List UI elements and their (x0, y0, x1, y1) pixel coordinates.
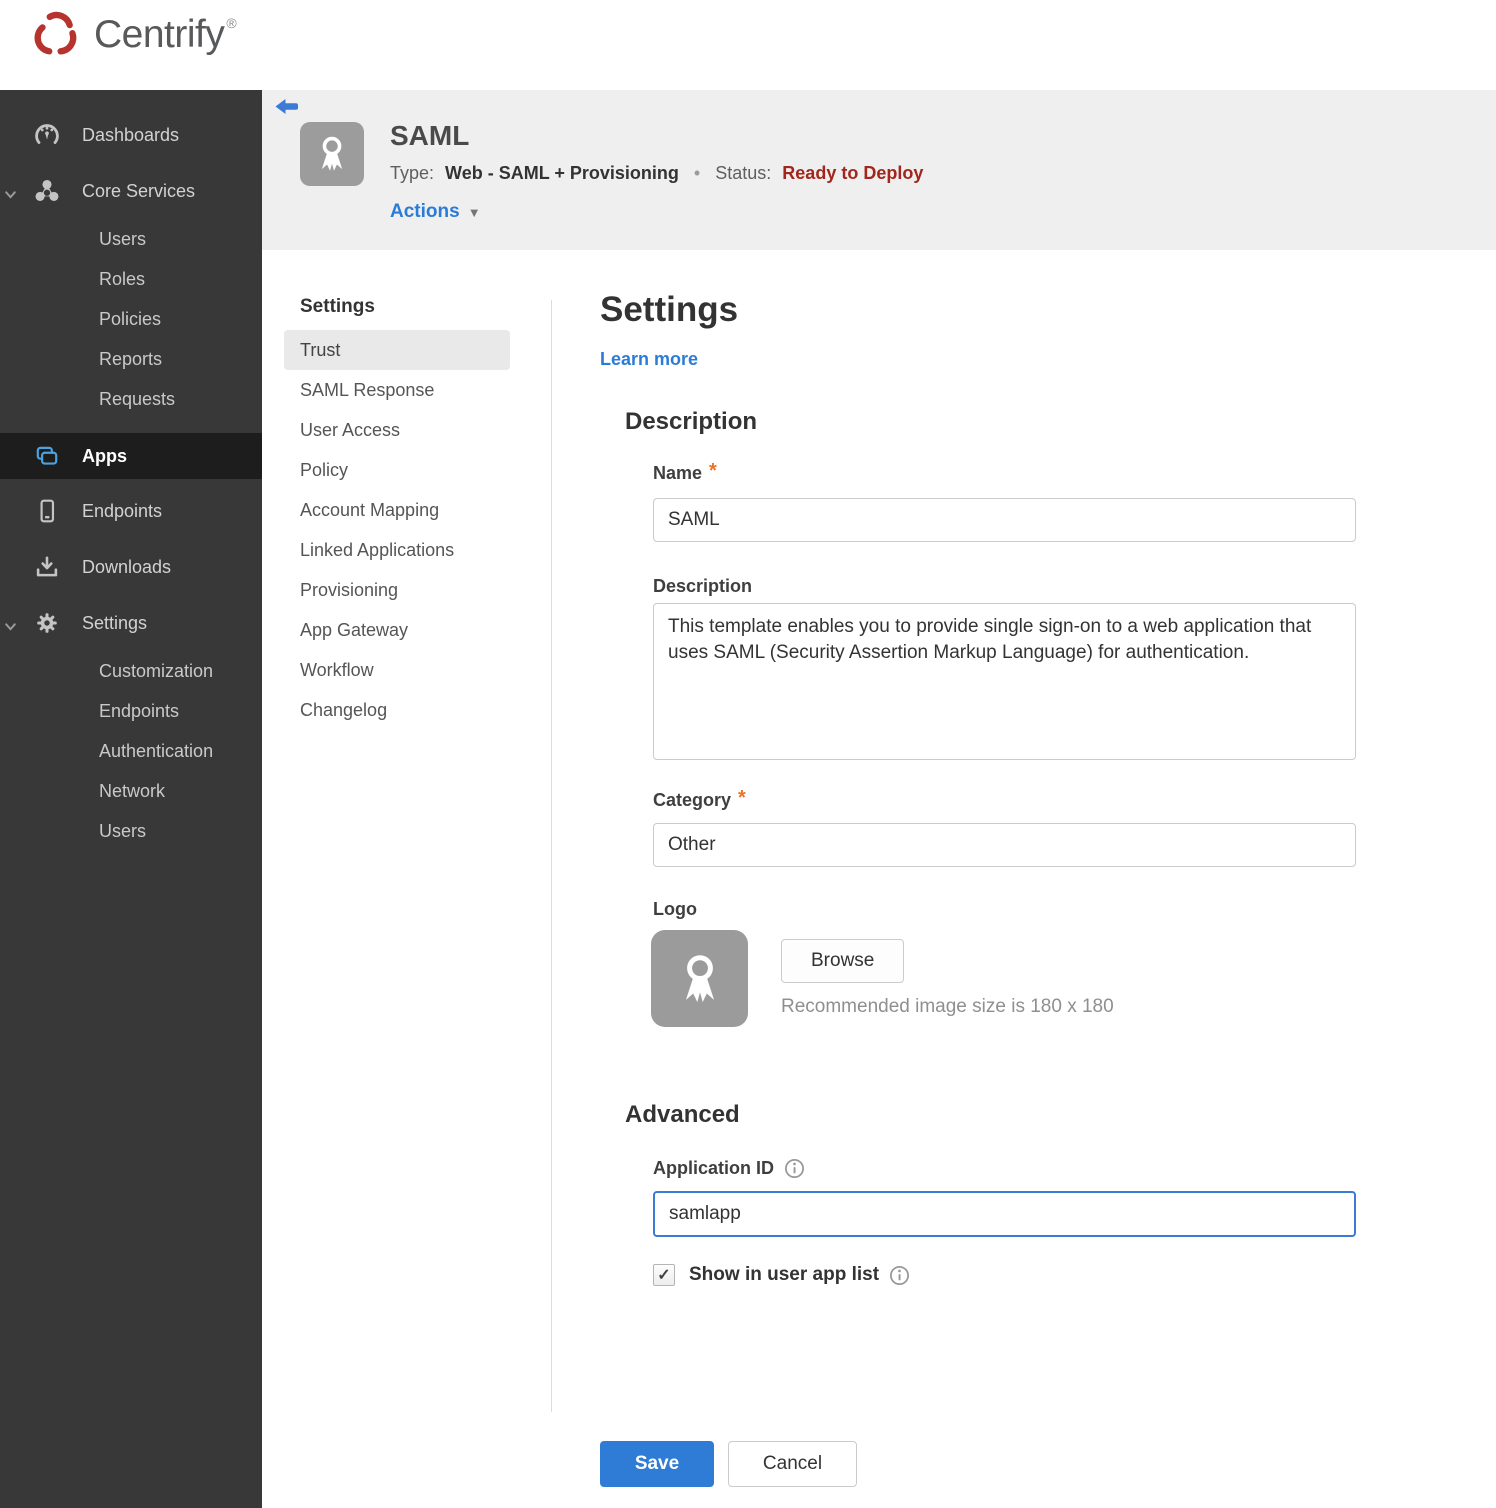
info-icon[interactable] (889, 1265, 910, 1286)
chevron-down-icon[interactable] (4, 185, 17, 206)
centrify-swirl-icon (34, 11, 77, 55)
subnav-item-linked-applications[interactable]: Linked Applications (284, 530, 510, 570)
check-icon: ✓ (657, 1267, 671, 1284)
name-field[interactable] (653, 498, 1356, 542)
apps-icon (34, 443, 60, 469)
app-header: SAML Type: Web - SAML + Provisioning • S… (262, 90, 1496, 250)
core-services-icon (34, 178, 60, 204)
recommended-size-text: Recommended image size is 180 x 180 (781, 996, 1114, 1017)
chevron-down-icon: ▼ (467, 204, 481, 220)
sidebar-item-users[interactable]: Users (0, 219, 262, 259)
back-icon[interactable] (275, 98, 299, 115)
show-in-user-app-list-label: Show in user app list (689, 1264, 880, 1285)
sidebar-item-core-services[interactable]: Core Services (0, 169, 262, 213)
sidebar-item-requests[interactable]: Requests (0, 379, 262, 419)
logo-label: Logo (653, 899, 697, 919)
subnav-item-user-access[interactable]: User Access (284, 410, 510, 450)
subnav-item-policy[interactable]: Policy (284, 450, 510, 490)
category-label: Category * (653, 787, 746, 810)
phone-icon (34, 498, 60, 524)
separator-dot: • (693, 163, 701, 183)
sidebar-item-policies[interactable]: Policies (0, 299, 262, 339)
sidebar-item-endpoints[interactable]: Endpoints (0, 489, 262, 533)
required-asterisk: * (709, 460, 717, 482)
download-icon (34, 554, 60, 580)
save-button[interactable]: Save (600, 1441, 714, 1487)
subnav-item-account-mapping[interactable]: Account Mapping (284, 490, 510, 530)
learn-more-link[interactable]: Learn more (600, 349, 698, 370)
status-label: Status: (715, 163, 772, 183)
sidebar-item-reports[interactable]: Reports (0, 339, 262, 379)
name-label: Name * (653, 460, 717, 483)
app-meta: Type: Web - SAML + Provisioning • Status… (390, 163, 923, 184)
application-id-field[interactable] (653, 1191, 1356, 1237)
sidebar-item-roles[interactable]: Roles (0, 259, 262, 299)
top-bar: Centrify ® (0, 0, 1496, 90)
subnav-title: Settings (300, 296, 375, 317)
brand-logo: Centrify ® (28, 6, 237, 64)
sidebar-item-network[interactable]: Network (0, 771, 262, 811)
sidebar-item-customization[interactable]: Customization (0, 651, 262, 691)
status-badge: Ready to Deploy (782, 163, 924, 183)
page-title: SAML (390, 120, 470, 151)
subnav-item-trust[interactable]: Trust (284, 330, 510, 370)
sidebar-item-label: Downloads (82, 556, 172, 577)
gauge-icon (34, 122, 60, 148)
sidebar-item-settings-endpoints[interactable]: Endpoints (0, 691, 262, 731)
description-field[interactable]: This template enables you to provide sin… (653, 603, 1356, 760)
cancel-button[interactable]: Cancel (728, 1441, 857, 1487)
subnav-item-saml-response[interactable]: SAML Response (284, 370, 510, 410)
required-asterisk: * (738, 787, 746, 809)
show-in-user-app-list-row: ✓ Show in user app list (653, 1264, 910, 1286)
description-label: Description (653, 576, 753, 596)
ribbon-icon (321, 136, 343, 171)
sidebar-item-label: Endpoints (82, 500, 163, 521)
category-field[interactable] (653, 823, 1356, 867)
subnav-item-app-gateway[interactable]: App Gateway (284, 610, 510, 650)
page: Centrify ® Dashboards Core Services User… (0, 0, 1496, 1508)
sidebar-item-settings-users[interactable]: Users (0, 811, 262, 851)
content-title: Settings (600, 290, 739, 329)
type-value: Web - SAML + Provisioning (445, 163, 679, 183)
brand-name: Centrify (94, 13, 225, 56)
info-icon[interactable] (784, 1158, 805, 1179)
gear-icon (34, 610, 60, 636)
sidebar-item-apps[interactable]: Apps (0, 433, 262, 479)
actions-label: Actions (390, 201, 460, 222)
sidebar-item-label: Apps (82, 445, 127, 466)
sidebar-item-label: Dashboards (82, 124, 180, 145)
ribbon-icon (685, 954, 714, 1002)
settings-subnav: Settings Trust SAML Response User Access… (284, 296, 510, 730)
show-in-user-app-list-checkbox[interactable]: ✓ (653, 1264, 675, 1286)
advanced-section-title: Advanced (625, 1101, 740, 1128)
sidebar-item-label: Core Services (82, 180, 196, 201)
application-id-label: Application ID (653, 1158, 805, 1179)
sidebar-item-settings[interactable]: Settings (0, 601, 262, 645)
sidebar-item-dashboards[interactable]: Dashboards (0, 113, 262, 157)
actions-button[interactable]: Actions ▼ (390, 201, 481, 223)
subnav-item-workflow[interactable]: Workflow (284, 650, 510, 690)
description-section-title: Description (625, 408, 758, 435)
sidebar: Dashboards Core Services Users Roles Pol… (0, 90, 262, 1508)
sidebar-item-authentication[interactable]: Authentication (0, 731, 262, 771)
sidebar-item-downloads[interactable]: Downloads (0, 545, 262, 589)
browse-button[interactable]: Browse (781, 939, 905, 983)
registered-mark: ® (226, 15, 237, 31)
logo-preview (651, 930, 748, 1027)
vertical-divider (551, 300, 552, 1412)
app-logo-thumbnail (300, 122, 364, 186)
subnav-item-changelog[interactable]: Changelog (284, 690, 510, 730)
sidebar-item-label: Settings (82, 612, 148, 633)
type-label: Type: (390, 163, 435, 183)
chevron-down-icon[interactable] (4, 617, 17, 638)
subnav-item-provisioning[interactable]: Provisioning (284, 570, 510, 610)
